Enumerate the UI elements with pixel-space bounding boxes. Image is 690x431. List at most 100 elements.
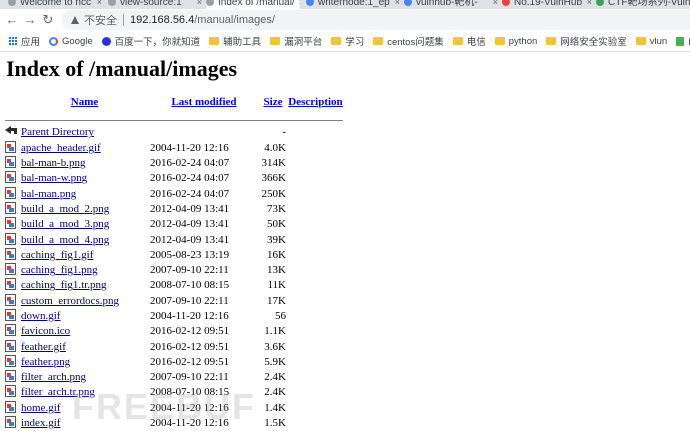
file-link[interactable]: down.gif [21,310,60,322]
bookmark-label: 百度一下，你就知道 [114,37,201,48]
browser-tab[interactable]: vulnhub-靶机- × [404,0,498,9]
bookmark-item[interactable]: 漏洞平台 [270,34,322,48]
address-bar[interactable]: 不安全 192.168.56.4/manual/images/ [62,10,690,30]
bookmark-item[interactable]: 学习 [331,34,364,48]
name-cell: build_a_mod_2.png [21,202,148,217]
name-cell: down.gif [21,309,148,324]
size-cell: 73K [267,202,286,215]
modified-cell: 2007-09-10 22:11 [150,264,229,277]
tab-favicon-icon [108,0,116,6]
folder-icon [494,37,505,45]
bookmark-item[interactable]: vlun [635,36,667,47]
forward-button[interactable]: → [22,12,38,28]
browser-tab[interactable]: CTF靶场系列-Vuln× [596,0,690,9]
icon-cell [5,385,19,400]
folder-icon [452,37,463,45]
size-column-header: Size [260,95,286,110]
icon-cell [5,278,19,293]
file-link[interactable]: index.gif [21,417,60,429]
url-text[interactable]: 192.168.56.4/manual/images/ [130,14,275,26]
tab-favicon-icon [8,0,16,6]
description-cell [288,263,343,278]
bookmark-label: centos问题集 [387,37,444,48]
bookmark-item[interactable]: FreeBuf网络安全行... [676,34,690,48]
size-cell: 1.5K [264,417,286,430]
file-link[interactable]: filter_arch.png [21,371,86,383]
tab-title: Index of /manual/ [218,0,295,8]
file-link[interactable]: build_a_mod_2.png [21,203,109,215]
file-link[interactable]: caching_fig1.gif [21,249,93,261]
file-row: caching_fig1.gif 2005-08-23 13:19 16K [5,247,343,263]
bookmark-item[interactable]: 电信 [452,34,486,48]
file-link[interactable]: build_a_mod_4.png [21,234,109,246]
bookmark-item[interactable]: 应用 [9,34,40,48]
modified-cell: 2008-07-10 08:15 [150,386,230,399]
bookmark-item[interactable]: Google [49,36,93,47]
bookmark-item[interactable]: python [494,36,537,47]
tab-close-icon[interactable]: × [395,0,400,9]
browser-tab[interactable]: No.19-VulnHub × [502,0,592,9]
size-cell: 3.6K [264,340,286,353]
size-cell: 250K [261,187,286,200]
image-file-icon [5,171,16,184]
size-cell: 2.4K [264,371,286,384]
google-icon [49,36,59,46]
name-cell: apache_header.gif [21,141,148,156]
file-row: caching_fig1.png 2007-09-10 22:11 13K [5,263,343,278]
file-link[interactable]: caching_fig1.tr.png [21,279,107,291]
tab-close-icon[interactable]: × [197,0,202,9]
bookmark-item[interactable]: 百度一下，你就知道 [101,34,201,48]
back-button[interactable]: ← [4,12,20,28]
file-row: favicon.ico 2016-02-12 09:51 1.1K [5,324,343,339]
file-link[interactable]: bal-man.png [21,188,76,200]
warning-icon[interactable] [71,16,79,24]
reload-button[interactable]: ↻ [40,12,56,28]
sort-by-modified-link[interactable]: Last modified [171,96,236,108]
tab-favicon-icon [596,0,604,6]
description-cell [288,339,343,354]
file-link[interactable]: caching_fig1.png [21,264,98,276]
icon-cell [5,232,19,247]
browser-tab[interactable]: Index of /manual/ × [206,0,300,9]
sort-by-size-link[interactable]: Size [264,96,283,108]
page-title: Index of /manual/images [6,56,238,81]
sort-by-name-link[interactable]: Name [71,96,99,108]
size-cell: 5.9K [264,355,286,368]
bookmark-item[interactable]: 辅助工具 [209,34,261,48]
name-cell: bal-man.png [21,186,148,201]
file-link[interactable]: bal-man-b.png [21,157,85,169]
browser-tab[interactable]: view-source:1 × [108,0,202,9]
modified-cell: 2012-04-09 13:41 [150,233,230,246]
tab-close-icon[interactable]: × [587,0,592,9]
security-label[interactable]: 不安全 [84,12,117,28]
sort-by-description-link[interactable]: Description [288,96,342,108]
folder-icon [635,37,646,45]
file-link[interactable]: filter_arch.tr.png [21,386,95,398]
file-link[interactable]: build_a_mod_3.png [21,218,109,230]
file-link[interactable]: feather.png [21,356,70,368]
name-cell: index.gif [21,416,148,431]
browser-tab[interactable]: Welcome to ncc × [8,0,102,9]
tab-close-icon[interactable]: × [299,0,300,9]
file-link[interactable]: custom_errordocs.png [21,295,119,307]
image-file-icon [5,263,16,276]
file-row: custom_errordocs.png 2007-09-10 22:11 17K [5,293,343,309]
tab-close-icon[interactable]: × [493,0,498,9]
folder-icon [546,37,557,45]
file-link[interactable]: favicon.ico [21,325,70,337]
tab-favicon-icon [306,0,314,6]
file-link[interactable]: bal-man-w.png [21,172,87,184]
file-link[interactable]: home.gif [21,402,60,414]
name-cell: caching_fig1.png [21,263,148,278]
file-link[interactable]: feather.gif [21,341,66,353]
bookmark-item[interactable]: 网络安全实验室 [546,34,627,48]
parent-directory-link[interactable]: Parent Directory [21,126,94,138]
description-cell [288,309,343,324]
bookmark-item[interactable]: centos问题集 [373,34,444,48]
name-cell: custom_errordocs.png [21,294,148,309]
browser-tab[interactable]: writernode:1_ep × [306,0,400,9]
bookmark-label: 学习 [345,37,365,48]
file-link[interactable]: apache_header.gif [21,142,101,154]
tab-title: Welcome to ncc [20,0,91,8]
tab-close-icon[interactable]: × [97,0,102,9]
